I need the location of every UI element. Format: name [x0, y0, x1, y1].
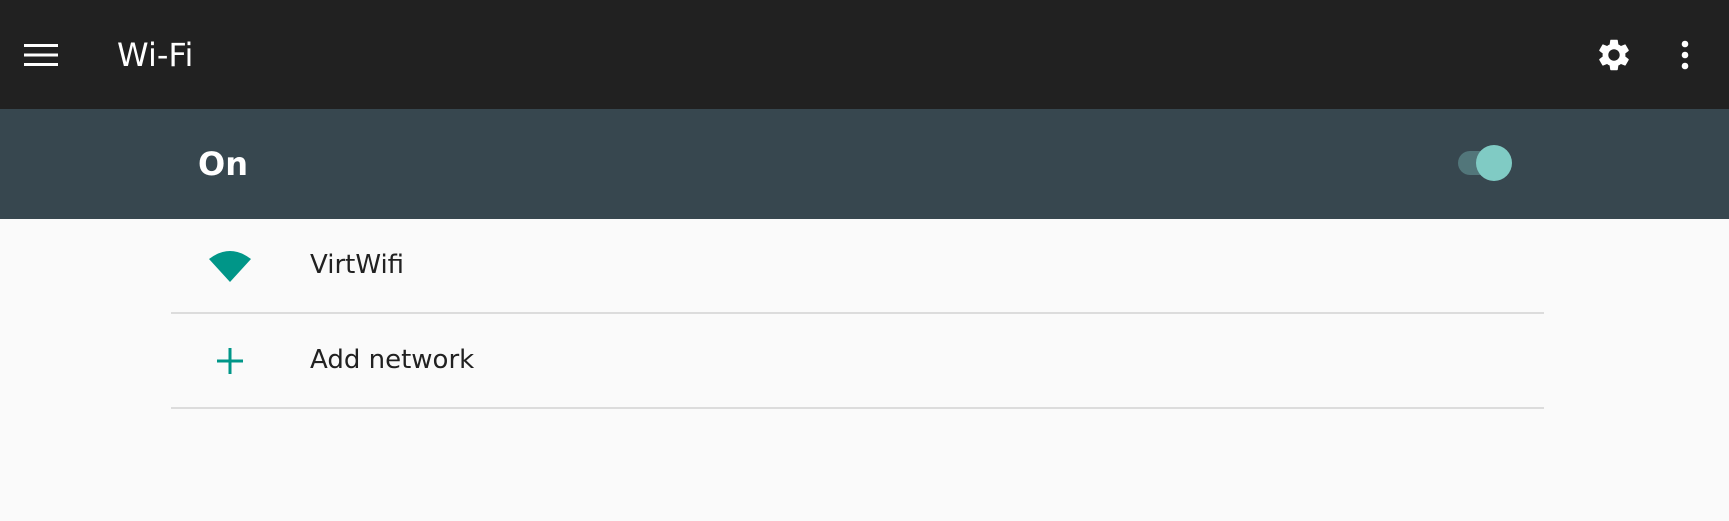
more-options-button[interactable] [1652, 22, 1718, 88]
wifi-toggle-switch[interactable] [1455, 143, 1513, 183]
network-list: VirtWifi Add network [171, 219, 1544, 409]
wifi-master-switch-bar[interactable]: On [0, 109, 1729, 219]
menu-button[interactable] [8, 22, 74, 88]
switch-label: On [198, 145, 248, 183]
settings-button[interactable] [1581, 22, 1647, 88]
network-name: VirtWifi [310, 250, 405, 280]
page-title: Wi-Fi [117, 36, 194, 74]
toggle-thumb [1476, 145, 1512, 181]
wifi-signal-icon [209, 250, 251, 282]
gear-icon [1599, 39, 1629, 71]
network-item-virtwifi[interactable]: VirtWifi [171, 219, 1544, 314]
menu-icon [24, 44, 58, 66]
plus-icon [217, 347, 243, 374]
add-network-label: Add network [310, 345, 475, 375]
add-network-item[interactable]: Add network [171, 314, 1544, 409]
more-vert-icon [1681, 40, 1689, 70]
app-bar: Wi-Fi [0, 0, 1729, 109]
